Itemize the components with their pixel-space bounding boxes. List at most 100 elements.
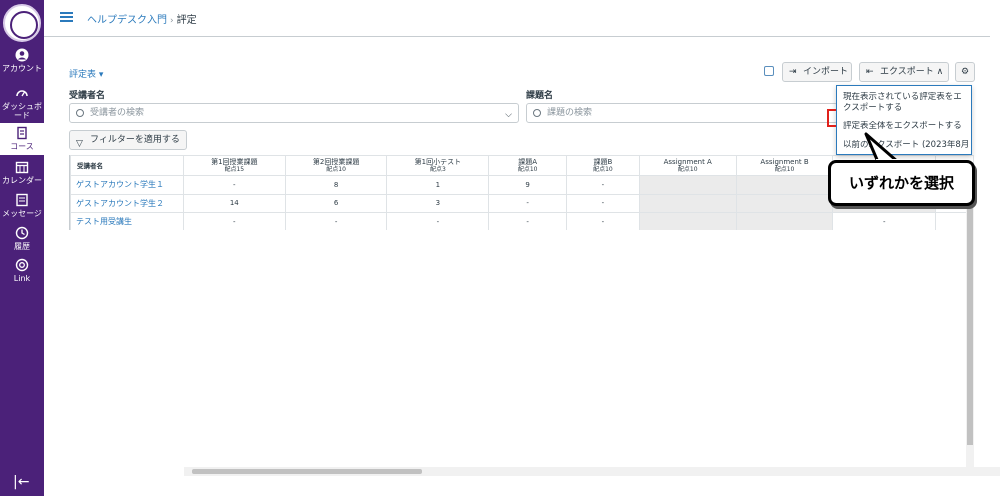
nav-courses[interactable]: コース (0, 123, 44, 155)
nav-link-label: Link (13, 274, 31, 283)
nav-inbox[interactable]: メッセージ (0, 193, 44, 218)
column-header[interactable]: 第1回小テスト 配点3 (386, 155, 490, 176)
annotation-callout: いずれかを選択 (828, 160, 975, 206)
column-header[interactable]: 第2回授業課題 配点10 (284, 155, 388, 176)
nav-history[interactable]: 履歴 (0, 226, 44, 251)
student-name-link[interactable]: テスト用受講生 (70, 212, 184, 230)
nav-link[interactable]: Link (0, 258, 44, 283)
grade-cell[interactable]: - (284, 212, 388, 230)
column-points: 配点10 (593, 165, 613, 173)
grade-cell[interactable]: - (566, 193, 640, 213)
courses-icon (17, 126, 27, 140)
column-title: 課題A (518, 157, 538, 166)
breadcrumb-separator: › (170, 16, 174, 26)
grade-cell[interactable]: - (488, 193, 568, 213)
search-icon (533, 109, 541, 117)
inbox-icon (16, 193, 28, 207)
nav-account[interactable]: アカウント (0, 48, 44, 73)
column-points: 配点10 (774, 165, 795, 173)
export-dropdown-menu: 現在表示されている評定表をエクスポートする 評定表全体をエクスポートする 以前の… (836, 85, 972, 155)
nav-calendar[interactable]: カレンダー (0, 160, 44, 185)
chevron-down-icon[interactable]: ⌵ (505, 106, 512, 124)
assignment-search-placeholder: 課題の検索 (547, 108, 593, 118)
assignment-filter-label: 課題名 (526, 91, 554, 101)
export-label: エクスポート ∧ (880, 67, 944, 77)
column-title: 第1回小テスト (414, 157, 462, 166)
grade-cell[interactable]: - (182, 212, 286, 230)
grade-cell[interactable]: - (832, 212, 937, 230)
export-icon: ⇤ (866, 67, 874, 77)
main-content: ヘルプデスク入門 › 評定 評定表 ▾ ⇥ インポート ⇤ エクスポート ∧ ⚙ 受… (44, 0, 1000, 496)
column-title: 課題B (593, 157, 613, 166)
nav-history-label: 履歴 (14, 242, 30, 251)
apply-filter-button[interactable]: ▽ フィルターを適用する (69, 130, 187, 150)
breadcrumb: ヘルプデスク入門 › 評定 (87, 11, 197, 26)
column-title: 第2回授業課題 (312, 157, 360, 166)
filter-icon: ▽ (76, 139, 83, 149)
sync-icon[interactable] (764, 66, 774, 76)
student-filter-label: 受講者名 (69, 91, 106, 101)
grade-cell[interactable]: 9 (488, 175, 568, 195)
grade-cell[interactable]: 6 (284, 193, 388, 213)
grade-cell[interactable] (735, 193, 834, 213)
grade-cell[interactable]: 14 (182, 193, 286, 213)
dashboard-icon (16, 90, 28, 97)
breadcrumb-course-link[interactable]: ヘルプデスク入門 (87, 15, 167, 26)
table-row: テスト用受講生 - - - - - - (70, 212, 974, 230)
column-title: Assignment B (760, 157, 809, 166)
nav-dashboard[interactable]: ダッシュボード (0, 86, 44, 120)
grade-cell[interactable] (638, 175, 737, 195)
gradebook-menu[interactable]: 評定表 ▾ (69, 67, 103, 80)
column-points: 配点15 (224, 165, 245, 173)
grade-cell[interactable]: - (488, 212, 568, 230)
horizontal-scrollbar[interactable] (184, 467, 1000, 476)
column-points: 配点3 (429, 165, 446, 173)
university-logo[interactable] (3, 4, 41, 42)
gear-icon: ⚙ (960, 67, 970, 77)
grade-cell[interactable] (638, 193, 737, 213)
history-icon (15, 226, 29, 240)
grade-cell[interactable]: 3 (386, 193, 490, 213)
grade-cell[interactable] (638, 212, 737, 230)
grade-cell[interactable] (735, 212, 834, 230)
student-name-link[interactable]: ゲストアカウント学生１ (70, 175, 184, 195)
grade-cell[interactable] (735, 175, 834, 195)
export-button[interactable]: ⇤ エクスポート ∧ (859, 62, 949, 82)
vertical-scrollbar[interactable] (966, 175, 974, 475)
column-points: 配点10 (677, 165, 698, 173)
column-points: 配点10 (517, 165, 538, 173)
student-name-link[interactable]: ゲストアカウント学生２ (70, 193, 184, 213)
search-icon (76, 109, 84, 117)
collapse-nav-icon[interactable]: |← (13, 474, 29, 490)
grade-cell[interactable]: - (566, 212, 640, 230)
hamburger-menu-icon[interactable] (60, 12, 73, 22)
settings-button[interactable]: ⚙ (955, 62, 975, 82)
top-bar: ヘルプデスク入門 › 評定 (44, 0, 990, 37)
highlight-marker (827, 109, 836, 127)
assignment-search-input[interactable]: 課題の検索 (526, 103, 838, 123)
export-current-view-item[interactable]: 現在表示されている評定表をエクスポートする (843, 92, 969, 114)
grade-cell[interactable]: 1 (386, 175, 490, 195)
grade-cell[interactable]: - (566, 175, 640, 195)
student-search-input[interactable]: 受講者の検索 ⌵ (69, 103, 519, 123)
import-label: インポート (803, 67, 849, 77)
vertical-scroll-thumb[interactable] (967, 205, 973, 445)
grade-cell[interactable]: 8 (284, 175, 388, 195)
grade-cell[interactable]: - (182, 175, 286, 195)
column-points: 配点10 (326, 165, 346, 173)
column-header[interactable]: Assignment A 配点10 (638, 155, 737, 176)
nav-inbox-label: メッセージ (2, 209, 42, 218)
import-button[interactable]: ⇥ インポート (782, 62, 852, 82)
export-entire-gradebook-item[interactable]: 評定表全体をエクスポートする (843, 121, 969, 132)
horizontal-scroll-thumb[interactable] (192, 469, 422, 474)
previous-export-item[interactable]: 以前のエクスポート (2023年8月 (843, 140, 969, 151)
column-header[interactable]: Assignment B 配点10 (735, 155, 834, 176)
column-header[interactable]: 課題B 配点10 (566, 155, 640, 176)
account-icon (15, 48, 29, 62)
nav-dashboard-label: ダッシュボード (2, 102, 42, 120)
grade-cell[interactable]: - (386, 212, 490, 230)
column-header[interactable]: 課題A 配点10 (488, 155, 568, 176)
nav-courses-label: コース (10, 142, 34, 151)
column-header[interactable]: 第1回授業課題 配点15 (182, 155, 286, 176)
student-name-header[interactable]: 受講者名 (70, 155, 184, 176)
